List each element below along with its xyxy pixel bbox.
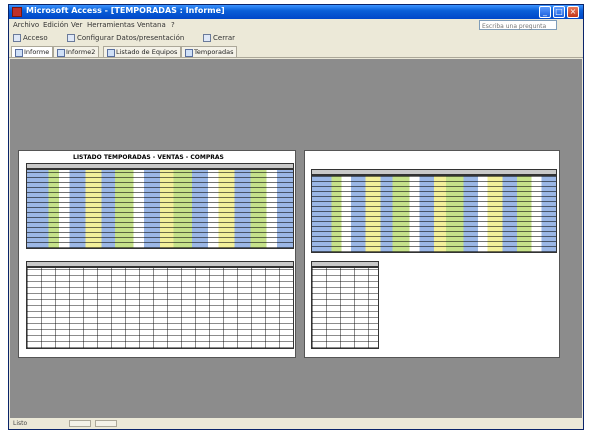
menu-ventana[interactable]: Ventana [137,21,166,29]
toolbar-config-label: Configurar Datos/presentación [77,34,185,42]
toolbar-close-button[interactable]: Cerrar [203,33,235,43]
menu-help[interactable]: ? [171,21,175,29]
close-preview-icon [203,34,211,42]
toolbar: Acceso Configurar Datos/presentación Cer… [9,32,583,44]
title-bar[interactable]: Microsoft Access - [TEMPORADAS : Informe… [9,5,583,19]
toolbar-close-label: Cerrar [213,34,235,42]
report-page-2 [304,150,560,358]
toolbar-config-button[interactable]: Configurar Datos/presentación [67,33,184,43]
document-tabs: Informe Informe2 Listado de Equipos Temp… [9,45,583,58]
menu-archivo[interactable]: Archivo [13,21,39,29]
database-icon [13,34,21,42]
report-title: LISTADO TEMPORADAS - VENTAS - COMPRAS [73,154,224,161]
menu-edicion[interactable]: Edición [43,21,68,29]
page-setup-icon [67,34,75,42]
print-preview-area[interactable]: LISTADO TEMPORADAS - VENTAS - COMPRAS [10,59,582,418]
menu-herramientas[interactable]: Herramientas [87,21,135,29]
data-table-main [26,169,294,249]
report-page-1: LISTADO TEMPORADAS - VENTAS - COMPRAS [18,150,296,358]
menu-bar: Archivo Edición Ver Herramientas Ventana… [9,20,583,31]
toolbar-acceso-button[interactable]: Acceso [13,33,48,43]
help-question-input[interactable] [480,22,556,31]
tab-listado-equipos[interactable]: Listado de Equipos [103,46,182,57]
menu-ver[interactable]: Ver [71,21,82,29]
summary-table-page-2 [311,267,379,349]
status-text: Listo [13,420,28,427]
maximize-button[interactable]: □ [553,6,565,18]
minimize-button[interactable]: _ [539,6,551,18]
access-app-icon [12,7,22,17]
tab-informe2[interactable]: Informe2 [53,46,100,57]
toolbar-acceso-label: Acceso [23,34,48,42]
tab-temporadas[interactable]: Temporadas [181,46,238,57]
summary-table [26,267,294,349]
close-button[interactable]: × [567,6,579,18]
status-bar: Listo [9,419,583,429]
data-table-page-2 [311,175,557,253]
tab-informe[interactable]: Informe [11,46,54,57]
page-navigation[interactable] [69,420,91,427]
zoom-box[interactable] [95,420,117,427]
window-title: Microsoft Access - [TEMPORADAS : Informe… [26,6,225,15]
access-window: Microsoft Access - [TEMPORADAS : Informe… [8,4,584,430]
help-question-box[interactable] [479,20,557,31]
